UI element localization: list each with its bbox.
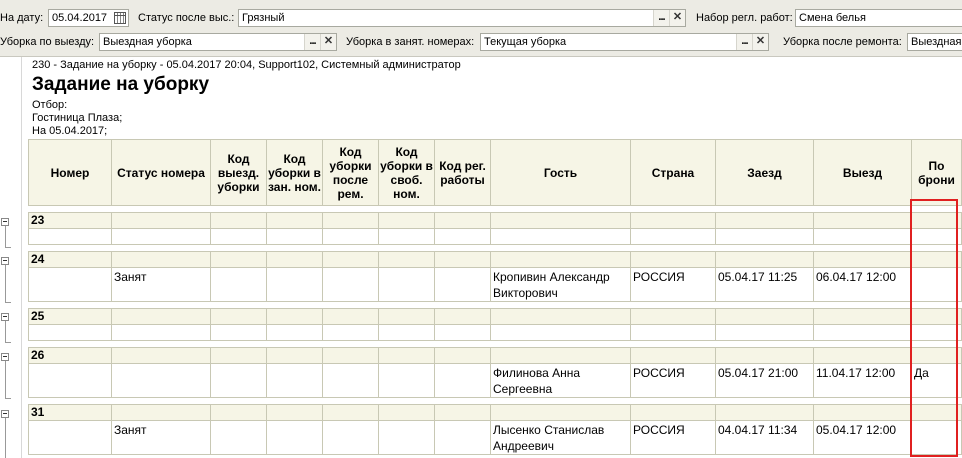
checkout-cleaning-select-button[interactable]: ... xyxy=(304,34,320,50)
by-booking xyxy=(911,324,962,341)
group-row[interactable]: 25 xyxy=(28,308,962,325)
room-status: Занят xyxy=(111,267,211,302)
checkout-time: 11.04.17 12:00 xyxy=(813,363,912,398)
by-booking xyxy=(911,267,962,302)
occupied-cleaning-label: Уборка в занят. номерах: xyxy=(346,36,475,48)
checkout-time xyxy=(813,324,912,341)
report-header-line: 230 - Задание на уборку - 05.04.2017 20:… xyxy=(32,59,461,71)
checkout-time: 05.04.17 12:00 xyxy=(813,420,912,455)
col-header: По брони xyxy=(911,139,962,206)
guest-name: Лысенко Станислав Андреевич xyxy=(490,420,631,455)
collapse-group-25-icon[interactable] xyxy=(1,313,9,321)
occupied-cleaning-select-button[interactable]: ... xyxy=(736,34,752,50)
col-header: Код уборки после рем. xyxy=(322,139,379,206)
guest-country: РОССИЯ xyxy=(630,267,716,302)
checkout-time xyxy=(813,228,912,245)
occupied-cleaning-value: Текущая уборка xyxy=(484,36,567,48)
collapse-group-23-icon[interactable] xyxy=(1,218,9,226)
checkout-time: 06.04.17 12:00 xyxy=(813,267,912,302)
collapse-group-24-icon[interactable] xyxy=(1,257,9,265)
repair-cleaning-value: Выездная xyxy=(911,36,962,48)
date-label: На дату: xyxy=(0,12,44,24)
by-booking xyxy=(911,228,962,245)
group-row[interactable]: 23 xyxy=(28,212,962,229)
room-status xyxy=(111,324,211,341)
col-header: Выезд xyxy=(813,139,912,206)
occupied-cleaning-field[interactable]: Текущая уборка ... ✕ xyxy=(480,33,769,51)
status-clear-icon[interactable]: ✕ xyxy=(669,10,685,26)
date-field[interactable]: 05.04.2017 xyxy=(48,9,129,27)
checkin-time: 05.04.17 11:25 xyxy=(715,267,814,302)
status-field[interactable]: Грязный ... ✕ xyxy=(238,9,686,27)
table-header: Номер Статус номера Код выезд. уборки Ко… xyxy=(28,139,962,206)
status-label: Статус после выс.: xyxy=(138,12,235,24)
col-header: Заезд xyxy=(715,139,814,206)
cleaning-task-table: Номер Статус номера Код выезд. уборки Ко… xyxy=(28,139,962,455)
report-title: Задание на уборку xyxy=(32,74,210,95)
collapse-group-26-icon[interactable] xyxy=(1,353,9,361)
group-gutter xyxy=(0,57,22,458)
col-header: Номер xyxy=(28,139,112,206)
checkin-time xyxy=(715,228,814,245)
by-booking xyxy=(911,420,962,455)
group-row[interactable]: 24 xyxy=(28,251,962,268)
by-booking: Да xyxy=(911,363,962,398)
guest-country xyxy=(630,324,716,341)
filter-panel: На дату: 05.04.2017 Статус после выс.: Г… xyxy=(0,0,962,57)
guest-country xyxy=(630,228,716,245)
repair-cleaning-field[interactable]: Выездная xyxy=(907,33,962,51)
table-row[interactable]: Занят Лысенко Станислав Андреевич РОССИЯ 04… xyxy=(28,420,962,455)
table-row[interactable] xyxy=(28,324,962,341)
checkout-cleaning-clear-icon[interactable]: ✕ xyxy=(320,34,336,50)
guest-name xyxy=(490,228,631,245)
collapse-group-31-icon[interactable] xyxy=(1,410,9,418)
guest-country: РОССИЯ xyxy=(630,420,716,455)
table-row[interactable]: Занят Кропивин Александр Викторович РОССИЯ… xyxy=(28,267,962,302)
guest-name: Филинова Анна Сергеевна xyxy=(490,363,631,398)
checkin-time: 04.04.17 11:34 xyxy=(715,420,814,455)
col-header: Код рег. работы xyxy=(434,139,491,206)
checkout-cleaning-label: Уборка по выезду: xyxy=(0,36,95,48)
calendar-icon[interactable] xyxy=(114,12,126,24)
table-row[interactable] xyxy=(28,228,962,245)
room-status xyxy=(111,228,211,245)
col-header: Статус номера xyxy=(111,139,211,206)
room-number: 31 xyxy=(28,404,112,421)
group-row[interactable]: 31 xyxy=(28,404,962,421)
reg-work-value: Смена белья xyxy=(799,12,866,24)
date-caption: На 05.04.2017; xyxy=(32,125,108,137)
col-header: Гость xyxy=(490,139,631,206)
room-status: Занят xyxy=(111,420,211,455)
checkout-cleaning-value: Выездная уборка xyxy=(103,36,192,48)
table-row[interactable]: Филинова Анна Сергеевна РОССИЯ 05.04.17 21… xyxy=(28,363,962,398)
hotel-caption: Гостиница Плаза; xyxy=(32,112,123,124)
col-header: Код выезд. уборки xyxy=(210,139,267,206)
occupied-cleaning-clear-icon[interactable]: ✕ xyxy=(752,34,768,50)
reg-work-field[interactable]: Смена белья xyxy=(795,9,962,27)
room-number: 25 xyxy=(28,308,112,325)
col-header: Код уборки в зан. ном. xyxy=(266,139,323,206)
guest-name xyxy=(490,324,631,341)
guest-country: РОССИЯ xyxy=(630,363,716,398)
date-value: 05.04.2017 xyxy=(52,12,108,24)
reg-work-label: Набор регл. работ: xyxy=(696,12,793,24)
col-header: Код уборки в своб. ном. xyxy=(378,139,435,206)
checkin-time: 05.04.17 21:00 xyxy=(715,363,814,398)
filter-caption: Отбор: xyxy=(32,99,68,111)
room-number: 24 xyxy=(28,251,112,268)
room-number: 23 xyxy=(28,212,112,229)
checkin-time xyxy=(715,324,814,341)
col-header: Страна xyxy=(630,139,716,206)
room-number: 26 xyxy=(28,347,112,364)
report-document: 230 - Задание на уборку - 05.04.2017 20:… xyxy=(0,57,962,458)
status-select-button[interactable]: ... xyxy=(653,10,669,26)
group-row[interactable]: 26 xyxy=(28,347,962,364)
checkout-cleaning-field[interactable]: Выездная уборка ... ✕ xyxy=(99,33,337,51)
room-status xyxy=(111,363,211,398)
repair-cleaning-label: Уборка после ремонта: xyxy=(783,36,902,48)
guest-name: Кропивин Александр Викторович xyxy=(490,267,631,302)
status-value: Грязный xyxy=(242,12,285,24)
